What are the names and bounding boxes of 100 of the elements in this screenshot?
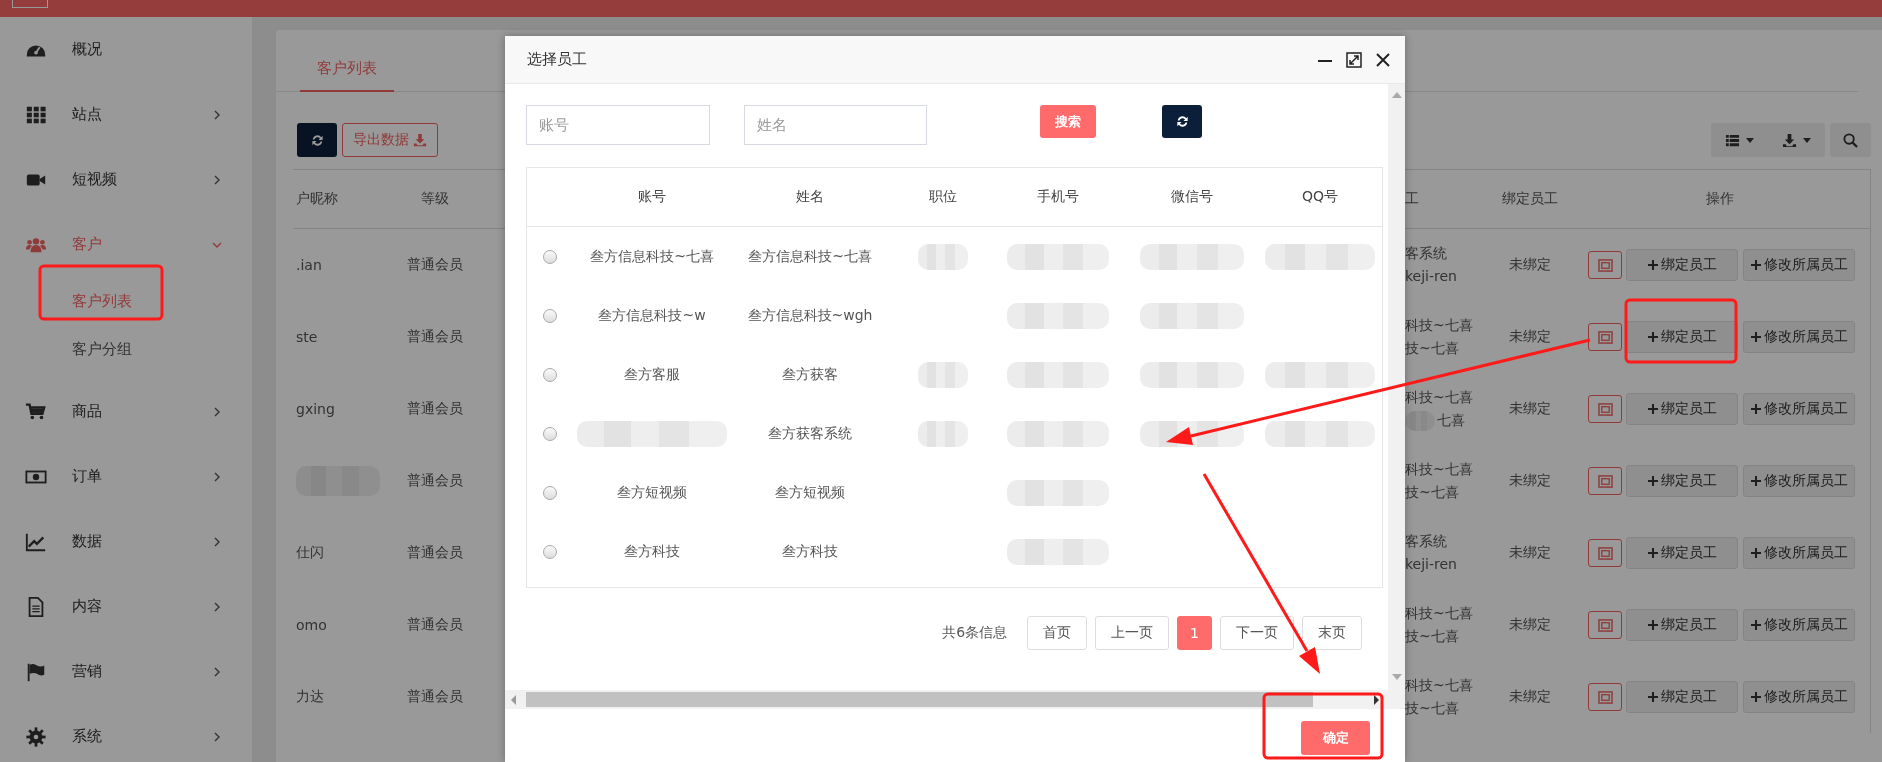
change-staff-button[interactable]: 修改所属员工 [1743, 249, 1855, 281]
sidebar-item[interactable]: 系统 [0, 704, 252, 762]
bind-staff-button[interactable]: 绑定员工 [1626, 465, 1738, 497]
table-cell: .ian [296, 257, 322, 273]
blurred-text [918, 420, 968, 447]
table-cell-text: 技~七喜 [1405, 483, 1459, 502]
table-cell-text: 技~七喜 [1405, 627, 1459, 646]
radio-button[interactable] [543, 249, 557, 264]
sidebar-subitem[interactable]: 客户分组 [0, 325, 252, 373]
refresh-button[interactable] [1162, 105, 1202, 138]
change-staff-button[interactable]: 修改所属员工 [1743, 537, 1855, 569]
logo-frame [12, 0, 48, 8]
image-icon [1597, 330, 1613, 344]
download-icon [413, 133, 427, 147]
table-cell: 叁方短视频 [775, 483, 845, 502]
radio-button[interactable] [543, 544, 557, 559]
search-button[interactable]: 搜索 [1040, 105, 1096, 138]
table-cell: 未绑定 [1509, 256, 1551, 274]
sidebar-item[interactable]: 站点 [0, 82, 252, 147]
page-button[interactable]: 1 [1177, 616, 1212, 650]
plus-icon [1647, 260, 1658, 270]
plus-icon [1750, 620, 1761, 630]
change-staff-button[interactable]: 修改所属员工 [1743, 465, 1855, 497]
sidebar-item[interactable]: 订单 [0, 444, 252, 509]
close-icon[interactable] [1375, 51, 1391, 68]
plus-icon [1647, 476, 1658, 486]
settings-icon [25, 725, 47, 748]
image-icon [1597, 546, 1613, 560]
refresh-icon [309, 132, 325, 148]
column-header: 户昵称 [296, 190, 338, 208]
search-button[interactable] [1830, 123, 1871, 157]
change-staff-button[interactable]: 修改所属员工 [1743, 681, 1855, 713]
table-cell-text: 技~七喜 [1405, 699, 1459, 718]
table-cell-text: 科技~七喜 [1405, 676, 1473, 695]
blurred-text [1405, 410, 1435, 431]
image-button[interactable] [1588, 395, 1622, 423]
confirm-button[interactable]: 确定 [1301, 721, 1370, 755]
plus-icon [1647, 404, 1658, 414]
maximize-icon[interactable] [1346, 51, 1362, 68]
vertical-scrollbar[interactable] [1388, 84, 1405, 690]
column-header: 手机号 [1037, 188, 1079, 206]
image-button[interactable] [1588, 539, 1622, 567]
image-button[interactable] [1588, 251, 1622, 279]
sidebar-item[interactable]: 商品 [0, 379, 252, 444]
bind-staff-button[interactable]: 绑定员工 [1626, 609, 1738, 641]
page-button[interactable]: 末页 [1302, 616, 1362, 650]
input-field[interactable]: 账号 [526, 105, 710, 145]
radio-button[interactable] [543, 485, 557, 500]
refresh-button[interactable] [297, 123, 337, 157]
page-button[interactable]: 首页 [1027, 616, 1088, 650]
table-cell: 叁方短视频 [617, 483, 687, 502]
image-button[interactable] [1588, 611, 1622, 639]
change-staff-button[interactable]: 修改所属员工 [1743, 321, 1855, 353]
table-cell-text: 科技~七喜 [1405, 388, 1473, 407]
table-cell-text: 科技~七喜 [1405, 316, 1473, 335]
page-button[interactable]: 上一页 [1095, 616, 1170, 650]
table-cell-text: 科技~七喜 [1405, 604, 1473, 623]
plus-icon [1647, 332, 1658, 342]
radio-button[interactable] [543, 367, 557, 382]
sidebar-item[interactable]: 短视频 [0, 147, 252, 212]
plus-icon [1750, 260, 1761, 270]
table-cell-text: 科技~七喜 [1405, 460, 1473, 479]
table-cell: 未绑定 [1509, 328, 1551, 346]
column-header: 工 [1405, 190, 1419, 208]
table-cell: 未绑定 [1509, 544, 1551, 562]
input-field[interactable]: 姓名 [744, 105, 927, 145]
bind-staff-button[interactable]: 绑定员工 [1626, 321, 1738, 353]
bind-staff-button[interactable]: 绑定员工 [1626, 681, 1738, 713]
plus-icon [1647, 692, 1658, 702]
table-cell: 未绑定 [1509, 688, 1551, 706]
image-button[interactable] [1588, 467, 1622, 495]
image-button[interactable] [1588, 683, 1622, 711]
image-icon [1597, 402, 1613, 416]
table-cell: 普通会员 [407, 472, 463, 490]
record-count: 共6条信息 [942, 624, 1008, 642]
radio-button[interactable] [543, 308, 557, 323]
list-icon [1725, 132, 1740, 148]
table-cell-text: 技~七喜 [1405, 339, 1459, 358]
bind-staff-button[interactable]: 绑定员工 [1626, 537, 1738, 569]
sidebar-item[interactable]: 数据 [0, 509, 252, 574]
table-cell: 普通会员 [407, 328, 463, 346]
page-button[interactable]: 下一页 [1220, 616, 1294, 650]
plus-icon [1750, 404, 1761, 414]
table-cell: 叁方信息科技~wgh [747, 306, 873, 325]
change-staff-button[interactable]: 修改所属员工 [1743, 393, 1855, 425]
sidebar-item[interactable]: 内容 [0, 574, 252, 639]
radio-button[interactable] [543, 426, 557, 441]
refresh-icon [1174, 114, 1190, 129]
sidebar-item[interactable]: 概况 [0, 17, 252, 82]
image-button[interactable] [1588, 323, 1622, 351]
bind-staff-button[interactable]: 绑定员工 [1626, 249, 1738, 281]
bind-staff-button[interactable]: 绑定员工 [1626, 393, 1738, 425]
column-header: 账号 [638, 188, 666, 206]
table-cell-text: keji-ren [1405, 555, 1457, 574]
column-header: 微信号 [1171, 188, 1213, 206]
image-icon [1597, 474, 1613, 488]
horizontal-scrollbar[interactable] [505, 690, 1405, 709]
change-staff-button[interactable]: 修改所属员工 [1743, 609, 1855, 641]
sidebar-item[interactable]: 营销 [0, 639, 252, 704]
table-cell: gxing [296, 401, 335, 417]
